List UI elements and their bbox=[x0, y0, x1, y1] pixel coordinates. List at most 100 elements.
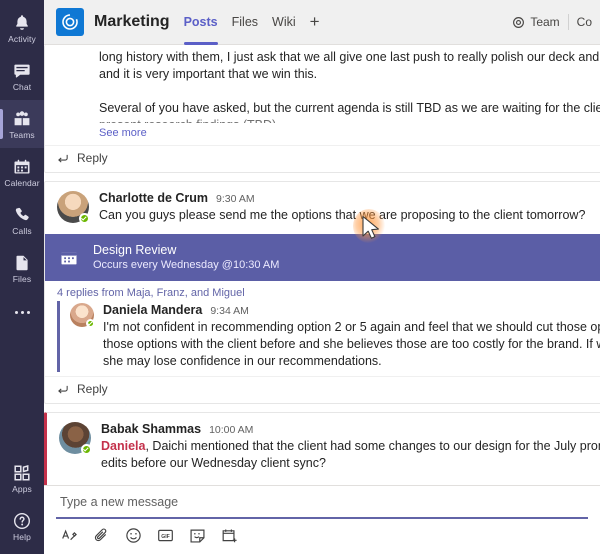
message-text-line: those options with the client before and… bbox=[103, 337, 600, 351]
chat-icon bbox=[12, 61, 32, 81]
message-body: Charlotte de Crum 9:30 AM Can you guys p… bbox=[99, 191, 600, 224]
tab-wiki[interactable]: Wiki bbox=[272, 0, 296, 45]
app-left-rail: Activity Chat Teams Calendar Calls Files… bbox=[0, 0, 44, 554]
sidebar-item-apps[interactable]: Apps bbox=[0, 454, 44, 502]
files-icon bbox=[12, 253, 32, 273]
message-card-partial: long history with them, I just ask that … bbox=[44, 45, 600, 173]
sticker-icon[interactable] bbox=[188, 526, 206, 544]
avatar[interactable] bbox=[70, 303, 95, 328]
sidebar-item-activity[interactable]: Activity bbox=[0, 4, 44, 52]
see-more-link[interactable]: See more bbox=[99, 127, 147, 139]
presence-badge-available bbox=[79, 213, 90, 224]
bell-icon bbox=[12, 13, 32, 33]
phone-icon bbox=[12, 205, 32, 225]
message-body: Babak Shammas 10:00 AM Daniela, Daichi m… bbox=[101, 422, 600, 472]
dot bbox=[14, 310, 18, 314]
team-avatar bbox=[56, 8, 84, 36]
sidebar-item-chat[interactable]: Chat bbox=[0, 52, 44, 100]
sidebar-item-label: Chat bbox=[12, 81, 32, 92]
sidebar-item-label: Activity bbox=[8, 33, 36, 44]
sidebar-bottom-group: Apps Help bbox=[0, 454, 44, 550]
sidebar-item-label: Teams bbox=[9, 129, 35, 140]
apps-icon bbox=[12, 463, 32, 483]
reply-label: Reply bbox=[77, 151, 108, 165]
message-body: Daniela Mandera 9:34 AM I'm not confiden… bbox=[103, 303, 600, 370]
message-row: Babak Shammas 10:00 AM Daniela, Daichi m… bbox=[47, 413, 600, 476]
attach-icon[interactable] bbox=[92, 526, 110, 544]
message-row: Charlotte de Crum 9:30 AM Can you guys p… bbox=[45, 182, 600, 228]
svg-text:GIF: GIF bbox=[161, 533, 170, 539]
channel-overflow-button[interactable]: Co bbox=[569, 15, 600, 29]
channel-tabs: Posts Files Wiki + bbox=[183, 0, 320, 45]
message-row: long history with them, I just ask that … bbox=[45, 45, 600, 145]
compose-toolbar: GIF bbox=[56, 519, 588, 550]
event-subtitle: Occurs every Wednesday @10:30 AM bbox=[93, 259, 280, 271]
message-card-mention: Babak Shammas 10:00 AM Daniela, Daichi m… bbox=[44, 412, 600, 485]
gif-icon[interactable]: GIF bbox=[156, 526, 174, 544]
sidebar-item-label: Calls bbox=[12, 225, 32, 236]
overflow-button-label: Co bbox=[576, 15, 592, 29]
tab-posts[interactable]: Posts bbox=[183, 0, 218, 45]
message-author: Charlotte de Crum bbox=[99, 191, 209, 205]
presence-badge-available bbox=[86, 319, 95, 328]
conversation-inner: long history with them, I just ask that … bbox=[44, 45, 600, 485]
message-input[interactable]: Type a new message bbox=[60, 495, 584, 509]
reply-arrow-icon bbox=[58, 154, 68, 163]
reply-button[interactable]: Reply bbox=[45, 145, 600, 172]
sidebar-item-files[interactable]: Files bbox=[0, 244, 44, 292]
calendar-event-icon bbox=[57, 246, 81, 270]
sidebar-item-help[interactable]: Help bbox=[0, 502, 44, 550]
sidebar-item-label: Help bbox=[13, 531, 31, 542]
thread-reply-row: Daniela Mandera 9:34 AM I'm not confiden… bbox=[60, 301, 600, 372]
sidebar-item-label: Apps bbox=[12, 483, 32, 494]
emoji-icon[interactable] bbox=[124, 526, 142, 544]
sidebar-item-teams[interactable]: Teams bbox=[0, 100, 44, 148]
message-text-rest: , Daichi mentioned that the client had s… bbox=[145, 439, 600, 453]
event-text-group: Design Review Occurs every Wednesday @10… bbox=[93, 242, 279, 273]
format-icon[interactable] bbox=[60, 526, 78, 544]
thread-container: Daniela Mandera 9:34 AM I'm not confiden… bbox=[57, 301, 600, 372]
add-tab-button[interactable]: + bbox=[310, 13, 320, 32]
message-author: Babak Shammas bbox=[101, 422, 202, 436]
message-compose-area: Type a new message GIF bbox=[44, 485, 600, 554]
message-text: Can you guys please send me the options … bbox=[99, 208, 586, 222]
message-text-line: and it is very important that we win thi… bbox=[99, 67, 318, 81]
sidebar-item-label: Calendar bbox=[4, 177, 40, 188]
message-timestamp: 9:30 AM bbox=[216, 193, 255, 205]
message-header: Charlotte de Crum 9:30 AM bbox=[99, 191, 600, 205]
dot bbox=[26, 310, 30, 314]
meeting-event-card[interactable]: Design Review Occurs every Wednesday @10… bbox=[45, 234, 600, 281]
message-text-line-clipped: present research findings (TBD) bbox=[99, 117, 600, 123]
sidebar-item-calls[interactable]: Calls bbox=[0, 196, 44, 244]
message-author: Daniela Mandera bbox=[103, 303, 203, 317]
teams-icon bbox=[12, 109, 32, 129]
message-text-line: edits before our Wednesday client sync? bbox=[101, 456, 326, 470]
page-title: Marketing bbox=[94, 13, 170, 30]
message-header: Babak Shammas 10:00 AM bbox=[101, 422, 600, 436]
message-text-line: Several of you have asked, but the curre… bbox=[99, 101, 600, 115]
presence-badge-available bbox=[81, 444, 92, 455]
message-header: Daniela Mandera 9:34 AM bbox=[103, 303, 600, 317]
channel-header: Marketing Posts Files Wiki + Team Co bbox=[44, 0, 600, 45]
message-timestamp: 9:34 AM bbox=[210, 305, 249, 317]
avatar[interactable] bbox=[57, 191, 90, 224]
schedule-meeting-icon[interactable] bbox=[220, 526, 238, 544]
dot bbox=[20, 310, 24, 314]
team-meet-button[interactable]: Team bbox=[504, 15, 567, 29]
sidebar-more-options-button[interactable] bbox=[0, 292, 44, 332]
mention-chip[interactable]: Daniela bbox=[101, 439, 145, 453]
spiral-logo-icon bbox=[62, 13, 78, 30]
compose-input-wrapper[interactable]: Type a new message bbox=[56, 486, 588, 519]
reply-button[interactable]: Reply bbox=[45, 376, 600, 403]
replies-summary-link[interactable]: 5 replies from Franz, Giselle, and Inna bbox=[47, 476, 600, 485]
tab-files[interactable]: Files bbox=[232, 0, 258, 45]
message-timestamp: 10:00 AM bbox=[209, 424, 254, 436]
message-text-line: I'm not confident in recommending option… bbox=[103, 320, 600, 334]
reply-label: Reply bbox=[77, 382, 108, 396]
teams-app-window: Activity Chat Teams Calendar Calls Files… bbox=[0, 0, 600, 554]
sidebar-item-calendar[interactable]: Calendar bbox=[0, 148, 44, 196]
conversation-list[interactable]: long history with them, I just ask that … bbox=[44, 45, 600, 485]
avatar[interactable] bbox=[59, 422, 92, 455]
replies-summary-link[interactable]: 4 replies from Maja, Franz, and Miguel bbox=[45, 281, 600, 301]
message-text-line bbox=[99, 83, 600, 100]
